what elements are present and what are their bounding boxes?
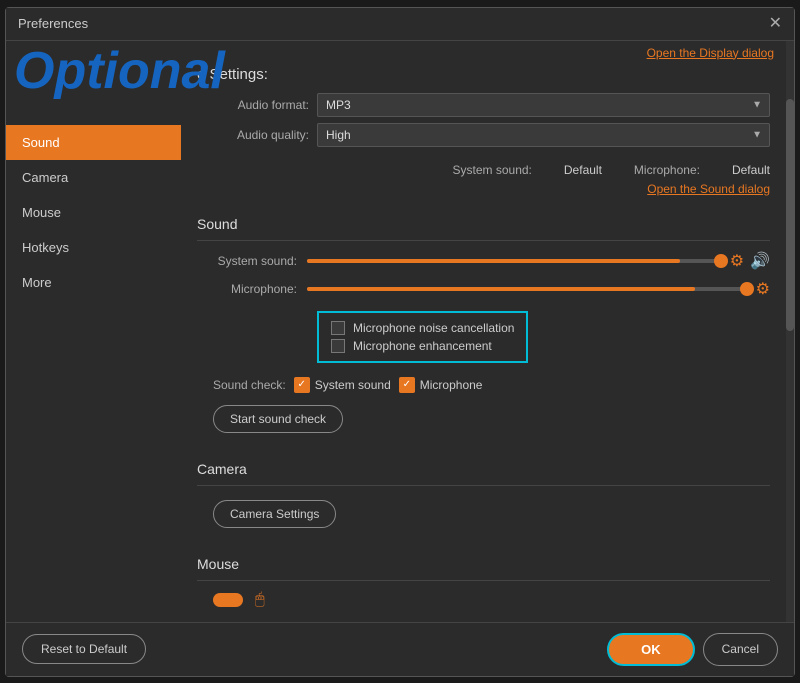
enhancement-label: Microphone enhancement (353, 339, 492, 353)
mouse-section-header: Mouse (197, 556, 770, 581)
top-link-bar: Open the Display dialog (181, 41, 786, 64)
scrollbar[interactable] (786, 41, 794, 622)
open-sound-dialog-link[interactable]: Open the Sound dialog (647, 182, 770, 196)
noise-cancellation-checkbox[interactable] (331, 321, 345, 335)
camera-section: Camera Camera Settings (197, 453, 770, 540)
microphone-info-label: Microphone: (634, 163, 700, 177)
system-sound-track[interactable] (307, 259, 722, 263)
microphone-check-label: Microphone (420, 378, 483, 392)
system-sound-thumb[interactable] (714, 254, 728, 268)
sound-check-label: Sound check: (213, 378, 286, 392)
sidebar-item-sound[interactable]: Sound (6, 125, 181, 160)
sidebar: Optional Sound Camera Mouse Hotkeys More (6, 41, 181, 622)
mouse-toggle[interactable] (213, 593, 243, 607)
preferences-dialog: Preferences ✕ Optional Sound Camera Mous… (5, 7, 795, 677)
reset-to-default-button[interactable]: Reset to Default (22, 634, 146, 664)
microphone-check-item: ✓ Microphone (399, 377, 483, 393)
sound-check-row: Sound check: ✓ System sound ✓ Microphone (197, 377, 770, 393)
camera-settings-button[interactable]: Camera Settings (213, 500, 336, 528)
sound-section: Sound System sound: ⚙ 🔊 (197, 208, 770, 445)
info-row: System sound: Default Microphone: Defaul… (181, 161, 786, 179)
open-sound-dialog-bar: Open the Sound dialog (181, 179, 786, 200)
sidebar-item-hotkeys[interactable]: Hotkeys (6, 230, 181, 265)
open-display-dialog-link[interactable]: Open the Display dialog (647, 46, 774, 60)
audio-format-row: Audio format: MP3 (197, 93, 770, 117)
mouse-section: Mouse 🖱 (197, 548, 770, 617)
microphone-slider-label: Microphone: (197, 282, 307, 296)
sound-section-header: Sound (197, 216, 770, 241)
cancel-button[interactable]: Cancel (703, 633, 778, 666)
mouse-controls: 🖱 (197, 591, 770, 609)
audio-quality-select-wrapper[interactable]: High (317, 123, 770, 147)
system-sound-gear-icon[interactable]: ⚙ (730, 251, 744, 271)
audio-quality-select[interactable]: High (317, 123, 770, 147)
dialog-title: Preferences (18, 16, 88, 31)
start-sound-check-button[interactable]: Start sound check (213, 405, 343, 433)
audio-format-select[interactable]: MP3 (317, 93, 770, 117)
camera-section-header: Camera (197, 461, 770, 486)
microphone-options-group: Microphone noise cancellation Microphone… (317, 311, 528, 363)
title-bar: Preferences ✕ (6, 8, 794, 41)
microphone-thumb[interactable] (740, 282, 754, 296)
system-sound-check-label: System sound (315, 378, 391, 392)
sidebar-item-camera[interactable]: Camera (6, 160, 181, 195)
footer: Reset to Default OK Cancel (6, 622, 794, 676)
sidebar-item-more[interactable]: More (6, 265, 181, 300)
system-sound-slider-label: System sound: (197, 254, 307, 268)
noise-cancellation-row: Microphone noise cancellation (331, 321, 514, 335)
system-sound-info-label: System sound: (453, 163, 532, 177)
optional-overlay: Optional (6, 41, 233, 101)
audio-quality-label: Audio quality: (197, 128, 317, 142)
noise-cancellation-label: Microphone noise cancellation (353, 321, 514, 335)
audio-quality-row: Audio quality: High (197, 123, 770, 147)
microphone-check-icon: ✓ (399, 377, 415, 393)
system-sound-check-item: ✓ System sound (294, 377, 391, 393)
microphone-gear-icon[interactable]: ⚙ (756, 279, 770, 299)
audio-settings: Audio format: MP3 Audio quality: High (181, 89, 786, 161)
system-sound-check-icon: ✓ (294, 377, 310, 393)
system-sound-icons: ⚙ 🔊 (730, 251, 770, 271)
microphone-slider-row: Microphone: ⚙ (197, 279, 770, 299)
microphone-fill (307, 287, 695, 291)
scrollbar-thumb (786, 99, 794, 331)
close-button[interactable]: ✕ (769, 16, 782, 32)
system-sound-speaker-icon[interactable]: 🔊 (750, 251, 770, 271)
audio-settings-title: o Settings: (181, 64, 786, 89)
system-sound-info-value: Default (564, 163, 602, 177)
footer-right: OK Cancel (607, 633, 778, 666)
microphone-track[interactable] (307, 287, 748, 291)
main-content: Open the Display dialog o Settings: Audi… (181, 41, 786, 622)
system-sound-fill (307, 259, 680, 263)
enhancement-checkbox[interactable] (331, 339, 345, 353)
enhancement-row: Microphone enhancement (331, 339, 514, 353)
body-area: Optional Sound Camera Mouse Hotkeys More… (6, 41, 794, 622)
ok-button[interactable]: OK (607, 633, 695, 666)
sidebar-item-mouse[interactable]: Mouse (6, 195, 181, 230)
microphone-icons: ⚙ (756, 279, 770, 299)
system-sound-slider-row: System sound: ⚙ 🔊 (197, 251, 770, 271)
mouse-icon: 🖱 (255, 591, 265, 609)
microphone-info-value: Default (732, 163, 770, 177)
audio-format-select-wrapper[interactable]: MP3 (317, 93, 770, 117)
